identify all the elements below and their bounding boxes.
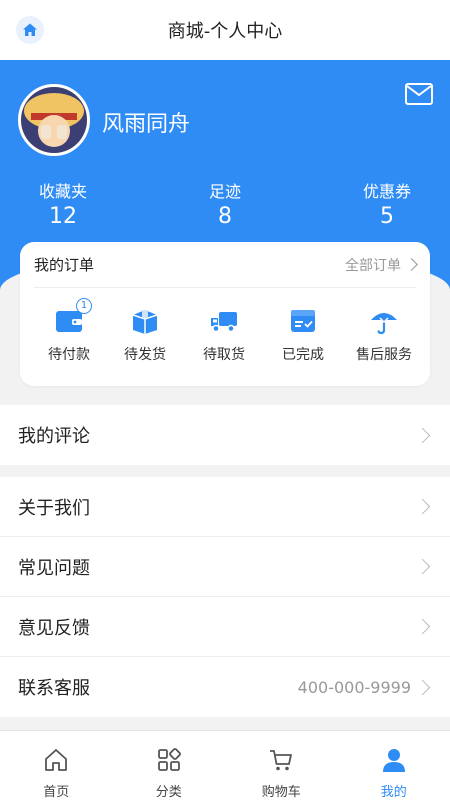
chevron-right-icon (414, 498, 431, 515)
menu-item-customer-service[interactable]: 联系客服 400-000-9999 (0, 657, 450, 717)
menu-group-info: 关于我们 常见问题 意见反馈 联系客服 400-000-9999 (0, 477, 450, 717)
stat-label: 收藏夹 (38, 182, 87, 201)
customer-service-phone: 400-000-9999 (297, 677, 411, 697)
home-button[interactable] (16, 16, 44, 44)
stat-label: 优惠券 (362, 182, 411, 201)
home-icon (23, 23, 37, 36)
message-button[interactable] (404, 82, 434, 106)
favorites-stat[interactable]: 收藏夹 12 (8, 178, 118, 229)
menu-label: 意见反馈 (18, 617, 90, 639)
menu-group-reviews: 我的评论 (0, 405, 450, 465)
menu-item-my-reviews[interactable]: 我的评论 (0, 405, 450, 465)
menu-label: 我的评论 (18, 426, 90, 447)
avatar[interactable] (18, 84, 90, 156)
tab-label: 购物车 (261, 785, 301, 800)
home-outline-icon (45, 749, 68, 771)
stat-value: 5 (380, 204, 394, 229)
orders-header: 我的订单 全部订单 (34, 242, 418, 288)
menu-label: 联系客服 (18, 678, 90, 699)
menu-item-about-us[interactable]: 关于我们 (0, 477, 450, 537)
tab-home[interactable]: 首页 (0, 731, 113, 800)
pending-payment-badge: 1 (76, 298, 92, 314)
order-label: 待发货 (124, 347, 166, 363)
chevron-right-icon (414, 618, 431, 635)
menu-item-faq[interactable]: 常见问题 (0, 537, 450, 597)
umbrella-icon (371, 313, 397, 335)
all-orders-link[interactable]: 全部订单 (345, 255, 418, 275)
bottom-tab-bar: 首页 分类 购物车 我的 (0, 730, 450, 800)
menu-label: 常见问题 (18, 557, 90, 579)
truck-icon (211, 312, 237, 333)
order-pending-pickup[interactable]: 待取货 (186, 306, 262, 364)
tab-category[interactable]: 分类 (113, 731, 226, 800)
cart-icon (270, 750, 293, 771)
tab-label: 我的 (380, 785, 407, 800)
category-icon (157, 748, 181, 771)
user-icon (382, 749, 405, 772)
chevron-right-icon (405, 258, 418, 271)
menu-item-feedback[interactable]: 意见反馈 (0, 597, 450, 657)
tab-label: 首页 (43, 785, 70, 800)
avatar-image (21, 87, 87, 153)
stat-value: 8 (218, 204, 232, 229)
tab-label: 分类 (155, 785, 182, 800)
page-title: 商城-个人中心 (167, 21, 283, 42)
chevron-right-icon (414, 427, 431, 443)
order-pending-shipment[interactable]: 待发货 (107, 306, 183, 364)
tab-mine[interactable]: 我的 (338, 731, 450, 800)
mail-icon (405, 83, 433, 105)
order-label: 待取货 (203, 347, 245, 363)
order-label: 待付款 (48, 347, 90, 363)
stat-label: 足迹 (208, 182, 241, 201)
coupon-stat[interactable]: 优惠券 5 (332, 178, 442, 229)
order-pending-payment[interactable]: 1 待付款 (31, 298, 107, 364)
username: 风雨同舟 (102, 112, 191, 137)
orders-card: 我的订单 全部订单 1 待付款 待发货 待取货 已完成 售后服务 (20, 242, 430, 386)
menu-label: 关于我们 (18, 497, 90, 519)
tab-cart[interactable]: 购物车 (225, 731, 338, 800)
order-after-sales[interactable]: 售后服务 (346, 306, 422, 364)
orders-title: 我的订单 (34, 256, 95, 274)
order-label: 已完成 (282, 347, 324, 363)
package-icon (132, 310, 158, 334)
chevron-right-icon (414, 679, 431, 695)
all-orders-label: 全部订单 (345, 257, 401, 274)
chevron-right-icon (414, 558, 431, 575)
top-bar: 商城-个人中心 (0, 0, 450, 60)
order-label: 售后服务 (356, 347, 412, 363)
stat-value: 12 (49, 204, 77, 229)
footprint-stat[interactable]: 足迹 8 (170, 178, 280, 229)
order-completed[interactable]: 已完成 (265, 306, 341, 364)
completed-box-icon (291, 310, 315, 332)
